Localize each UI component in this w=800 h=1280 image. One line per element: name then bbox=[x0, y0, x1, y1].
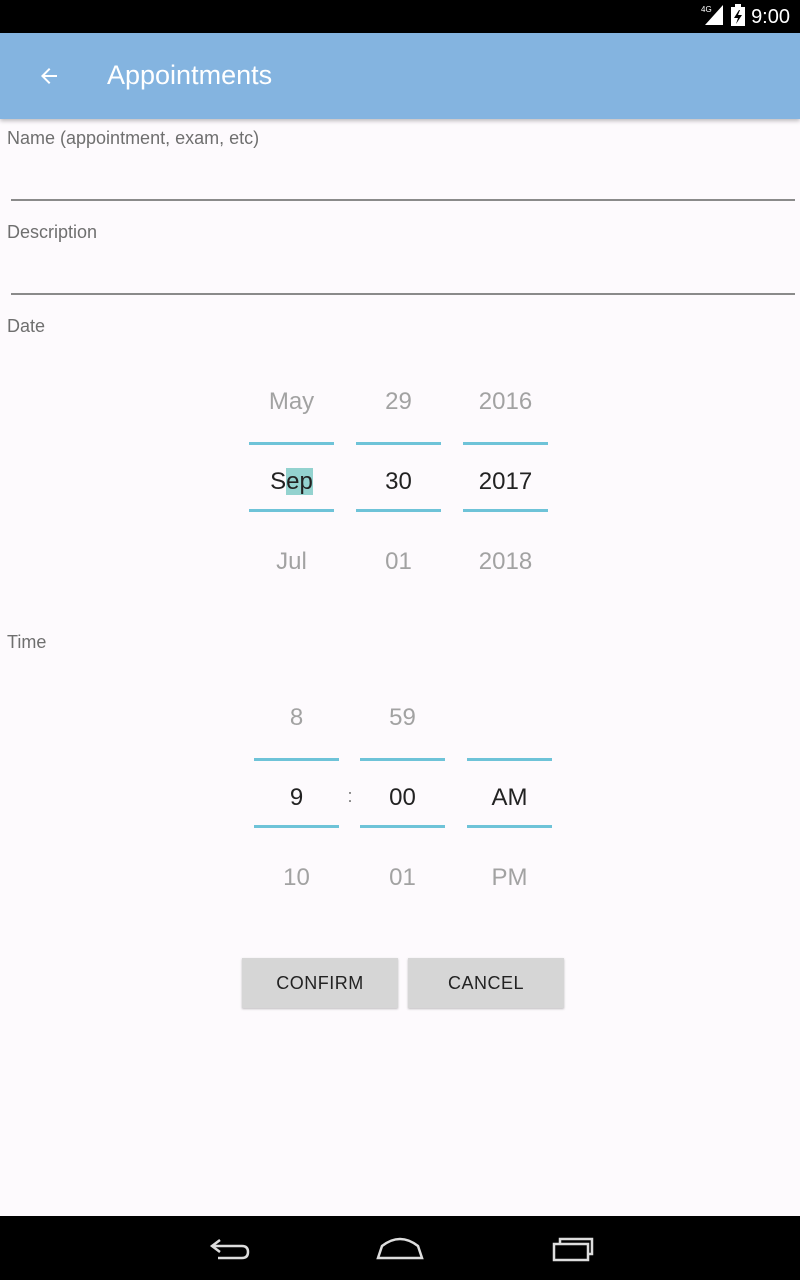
month-current-prefix: S bbox=[270, 468, 287, 495]
name-label: Name (appointment, exam, etc) bbox=[7, 128, 260, 148]
day-prev[interactable]: 29 bbox=[356, 382, 441, 422]
picker-divider bbox=[467, 825, 552, 828]
nav-home-button[interactable] bbox=[370, 1228, 430, 1268]
year-current[interactable]: 2017 bbox=[463, 462, 548, 502]
recents-icon bbox=[552, 1237, 594, 1262]
confirm-button[interactable]: CONFIRM bbox=[242, 958, 398, 1008]
year-picker[interactable]: 2016 2017 2018 bbox=[463, 362, 548, 602]
year-next[interactable]: 2018 bbox=[463, 542, 548, 582]
picker-divider bbox=[360, 758, 445, 761]
arrow-back-icon bbox=[41, 68, 57, 84]
navigation-bar bbox=[0, 1216, 800, 1280]
picker-divider bbox=[249, 442, 334, 445]
month-next[interactable]: Jul bbox=[249, 542, 334, 582]
time-separator: : bbox=[347, 786, 353, 806]
cancel-button[interactable]: CANCEL bbox=[408, 958, 564, 1008]
hour-picker[interactable]: 8 9 10 bbox=[254, 678, 339, 918]
picker-divider bbox=[356, 442, 441, 445]
description-label: Description bbox=[7, 222, 98, 242]
back-button[interactable] bbox=[28, 55, 70, 97]
month-prev[interactable]: May bbox=[249, 382, 334, 422]
home-icon bbox=[376, 1237, 424, 1260]
ampm-current[interactable]: AM bbox=[467, 778, 552, 818]
picker-divider bbox=[249, 509, 334, 512]
picker-divider bbox=[463, 442, 548, 445]
signal-4g-icon: 4G bbox=[701, 3, 725, 32]
svg-text:4G: 4G bbox=[701, 5, 712, 14]
minute-prev[interactable]: 59 bbox=[360, 698, 445, 738]
hour-current[interactable]: 9 bbox=[254, 778, 339, 818]
day-current[interactable]: 30 bbox=[356, 462, 441, 502]
hour-prev[interactable]: 8 bbox=[254, 698, 339, 738]
picker-divider bbox=[467, 758, 552, 761]
picker-divider bbox=[360, 825, 445, 828]
back-icon bbox=[209, 1239, 250, 1260]
description-input[interactable] bbox=[11, 259, 795, 295]
month-current[interactable]: Sep bbox=[249, 462, 334, 502]
day-next[interactable]: 01 bbox=[356, 542, 441, 582]
picker-divider bbox=[356, 509, 441, 512]
minute-current[interactable]: 00 bbox=[360, 778, 445, 818]
ampm-next[interactable]: PM bbox=[467, 858, 552, 898]
minute-next[interactable]: 01 bbox=[360, 858, 445, 898]
status-time: 9:00 bbox=[751, 5, 790, 28]
picker-divider bbox=[254, 825, 339, 828]
battery-icon bbox=[731, 3, 746, 31]
date-label: Date bbox=[7, 316, 46, 336]
hour-next[interactable]: 10 bbox=[254, 858, 339, 898]
picker-divider bbox=[254, 758, 339, 761]
status-bar: 4G 9:00 bbox=[0, 0, 800, 33]
month-text-selection: ep bbox=[286, 468, 313, 495]
ampm-picker[interactable]: AM PM bbox=[467, 678, 552, 918]
minute-picker[interactable]: 59 00 01 bbox=[360, 678, 445, 918]
ampm-prev[interactable] bbox=[467, 698, 552, 738]
page-title: Appointments bbox=[107, 60, 273, 90]
app-bar: Appointments bbox=[0, 33, 800, 119]
name-input[interactable] bbox=[11, 165, 795, 201]
nav-back-button[interactable] bbox=[200, 1228, 260, 1268]
year-prev[interactable]: 2016 bbox=[463, 382, 548, 422]
month-picker[interactable]: May Sep Jul bbox=[249, 362, 334, 602]
time-label: Time bbox=[7, 632, 47, 652]
day-picker[interactable]: 29 30 01 bbox=[356, 362, 441, 602]
status-icons: 4G 9:00 bbox=[701, 3, 790, 32]
picker-divider bbox=[463, 509, 548, 512]
nav-recents-button[interactable] bbox=[542, 1228, 602, 1268]
